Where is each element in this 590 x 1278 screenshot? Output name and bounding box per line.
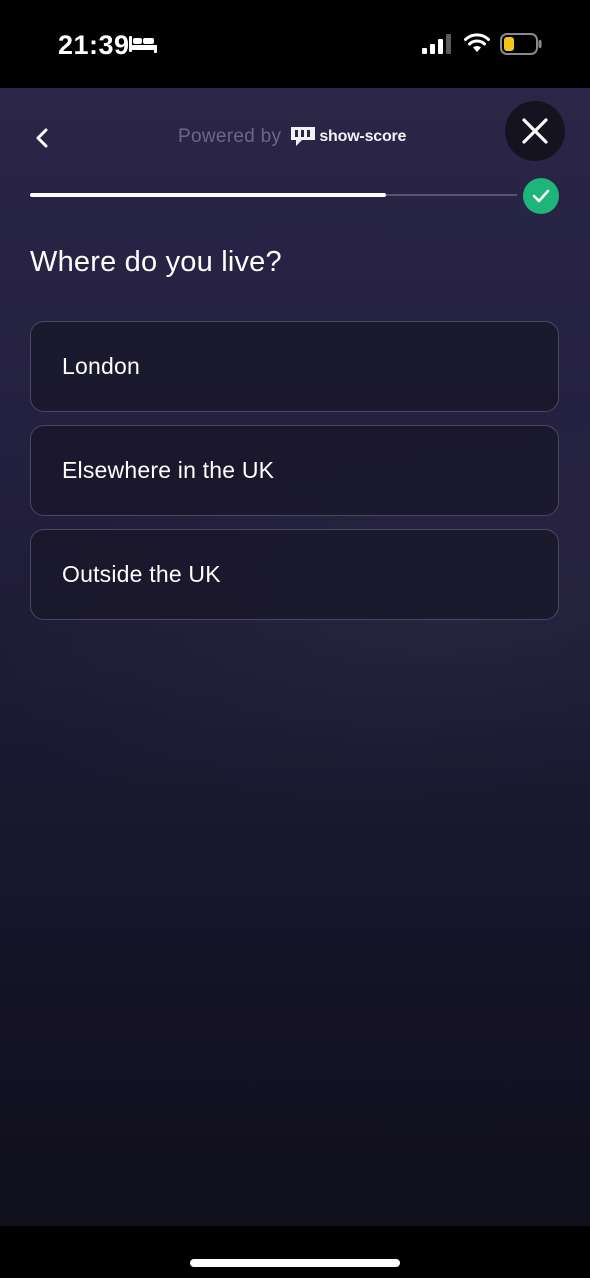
chevron-left-icon [36,128,48,148]
home-indicator-area [0,1226,590,1278]
progress-bar [30,193,517,197]
bed-icon [129,36,157,53]
phone-screen: 21:39 Powered by show-score Where do you… [0,0,590,1278]
close-icon [522,118,548,144]
answer-options: London Elsewhere in the UK Outside the U… [30,321,559,633]
option-outside-uk[interactable]: Outside the UK [30,529,559,620]
status-time: 21:39 [58,30,130,60]
close-button[interactable] [505,101,565,161]
survey-screen: Powered by show-score Where do you live? [0,88,590,1226]
powered-by-attribution: Powered by show-score [178,122,406,152]
show-score-logo-icon [291,127,316,146]
option-label: Outside the UK [62,561,221,587]
brand-name: show-score [319,128,407,145]
powered-by-label: Powered by [178,126,282,147]
back-button[interactable] [24,120,60,156]
option-label: Elsewhere in the UK [62,457,275,483]
checkmark-icon [532,189,550,203]
cellular-signal-icon [422,34,451,54]
battery-icon [500,33,542,55]
question-title: Where do you live? [30,246,282,278]
progress-complete-badge [523,178,559,214]
status-bar: 21:39 [0,0,590,88]
progress-bar-fill [30,193,386,197]
home-indicator[interactable] [190,1259,400,1267]
option-elsewhere-in-uk[interactable]: Elsewhere in the UK [30,425,559,516]
option-label: London [62,353,140,379]
wifi-icon [464,33,490,52]
option-london[interactable]: London [30,321,559,412]
